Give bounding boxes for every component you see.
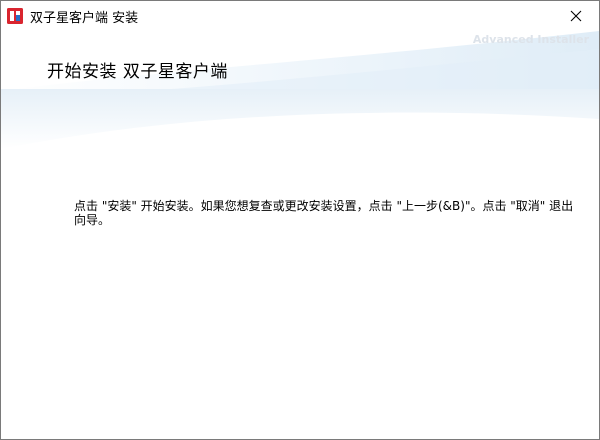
- app-icon: [7, 8, 23, 24]
- body-background: [1, 89, 599, 149]
- brand-watermark: Advanced Installer: [472, 33, 589, 46]
- close-icon: [570, 10, 582, 22]
- close-button[interactable]: [553, 1, 599, 31]
- page-title: 开始安装 双子星客户端: [47, 62, 228, 82]
- title-bar[interactable]: 双子星客户端 安装: [1, 1, 599, 31]
- window-title: 双子星客户端 安装: [30, 11, 139, 26]
- install-message: 点击 "安装" 开始安装。如果您想复查或更改安装设置，点击 "上一步(&B)"。…: [74, 199, 574, 227]
- installer-window: 双子星客户端 安装 Advanced Installer 开始安装 双子星客户端: [0, 0, 600, 440]
